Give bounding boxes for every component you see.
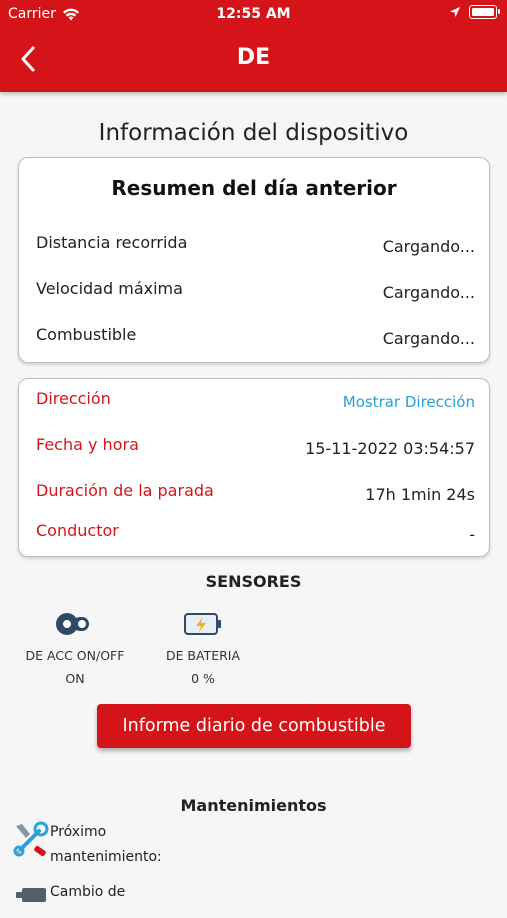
sensor-battery: DE BATERIA 0 % [155, 610, 251, 686]
sensors-title: SENSORES [205, 572, 302, 591]
distance-value: Cargando... [382, 237, 475, 256]
sensor-acc-name: DE ACC ON/OFF [25, 648, 125, 663]
fuel-label: Combustible [36, 325, 137, 344]
maintenance-next-label: Próximo mantenimiento: [50, 820, 162, 870]
show-address-link[interactable]: Mostrar Dirección [343, 393, 475, 411]
stop-duration-label: Duración de la parada [36, 481, 214, 500]
datetime-row: Fecha y hora 15-11-2022 03:54:57 [36, 435, 475, 458]
distance-label: Distancia recorrida [36, 233, 188, 252]
stop-duration-value: 17h 1min 24s [365, 485, 475, 504]
datetime-value: 15-11-2022 03:54:57 [305, 439, 475, 458]
sensor-acc-value: ON [65, 671, 85, 686]
fuel-report-button[interactable]: Informe diario de combustible [97, 704, 411, 748]
maintenance-oil-label: Cambio de [50, 880, 125, 905]
maintenance-item-oil[interactable]: Cambio de [12, 880, 125, 918]
page-title: Información del dispositivo [98, 120, 409, 146]
summary-title: Resumen del día anterior [111, 176, 397, 200]
nav-bar: DE [0, 28, 507, 92]
stop-duration-row: Duración de la parada 17h 1min 24s [36, 481, 475, 504]
driver-label: Conductor [36, 521, 119, 540]
battery-icon [469, 5, 500, 19]
maintenance-item-next[interactable]: Próximo mantenimiento: [12, 820, 162, 870]
max-speed-label: Velocidad máxima [36, 279, 183, 298]
summary-row-speed: Velocidad máxima Cargando... [36, 279, 475, 302]
address-row: Dirección Mostrar Dirección [36, 389, 475, 411]
maintenance-title: Mantenimientos [180, 796, 327, 815]
status-bar: Carrier 12:55 AM [0, 0, 507, 28]
battery-charging-icon [184, 613, 221, 635]
details-card: Dirección Mostrar Dirección Fecha y hora… [18, 378, 490, 557]
oil-change-icon [16, 888, 46, 902]
location-arrow-icon [450, 7, 460, 17]
driver-row: Conductor - [36, 521, 475, 544]
address-label: Dirección [36, 389, 111, 408]
wrench-tools-icon [13, 821, 49, 857]
driver-value: - [469, 525, 475, 544]
sensor-battery-name: DE BATERIA [165, 648, 241, 663]
maintenance-next-line1: Próximo [50, 824, 107, 840]
maintenance-next-line2: mantenimiento: [50, 849, 162, 865]
status-time: 12:55 AM [216, 6, 291, 22]
sensor-battery-value: 0 % [191, 671, 215, 686]
nav-title: DE [236, 45, 271, 70]
maintenance-oil-line1: Cambio de [50, 884, 126, 900]
datetime-label: Fecha y hora [36, 435, 139, 454]
ignition-key-icon [56, 613, 89, 635]
summary-row-distance: Distancia recorrida Cargando... [36, 233, 475, 256]
sensor-acc: DE ACC ON/OFF ON [20, 610, 130, 686]
max-speed-value: Cargando... [382, 283, 475, 302]
summary-row-fuel: Combustible Cargando... [36, 325, 475, 348]
summary-card: Resumen del día anterior Distancia recor… [18, 157, 490, 363]
fuel-value: Cargando... [382, 329, 475, 348]
status-right [449, 5, 500, 19]
